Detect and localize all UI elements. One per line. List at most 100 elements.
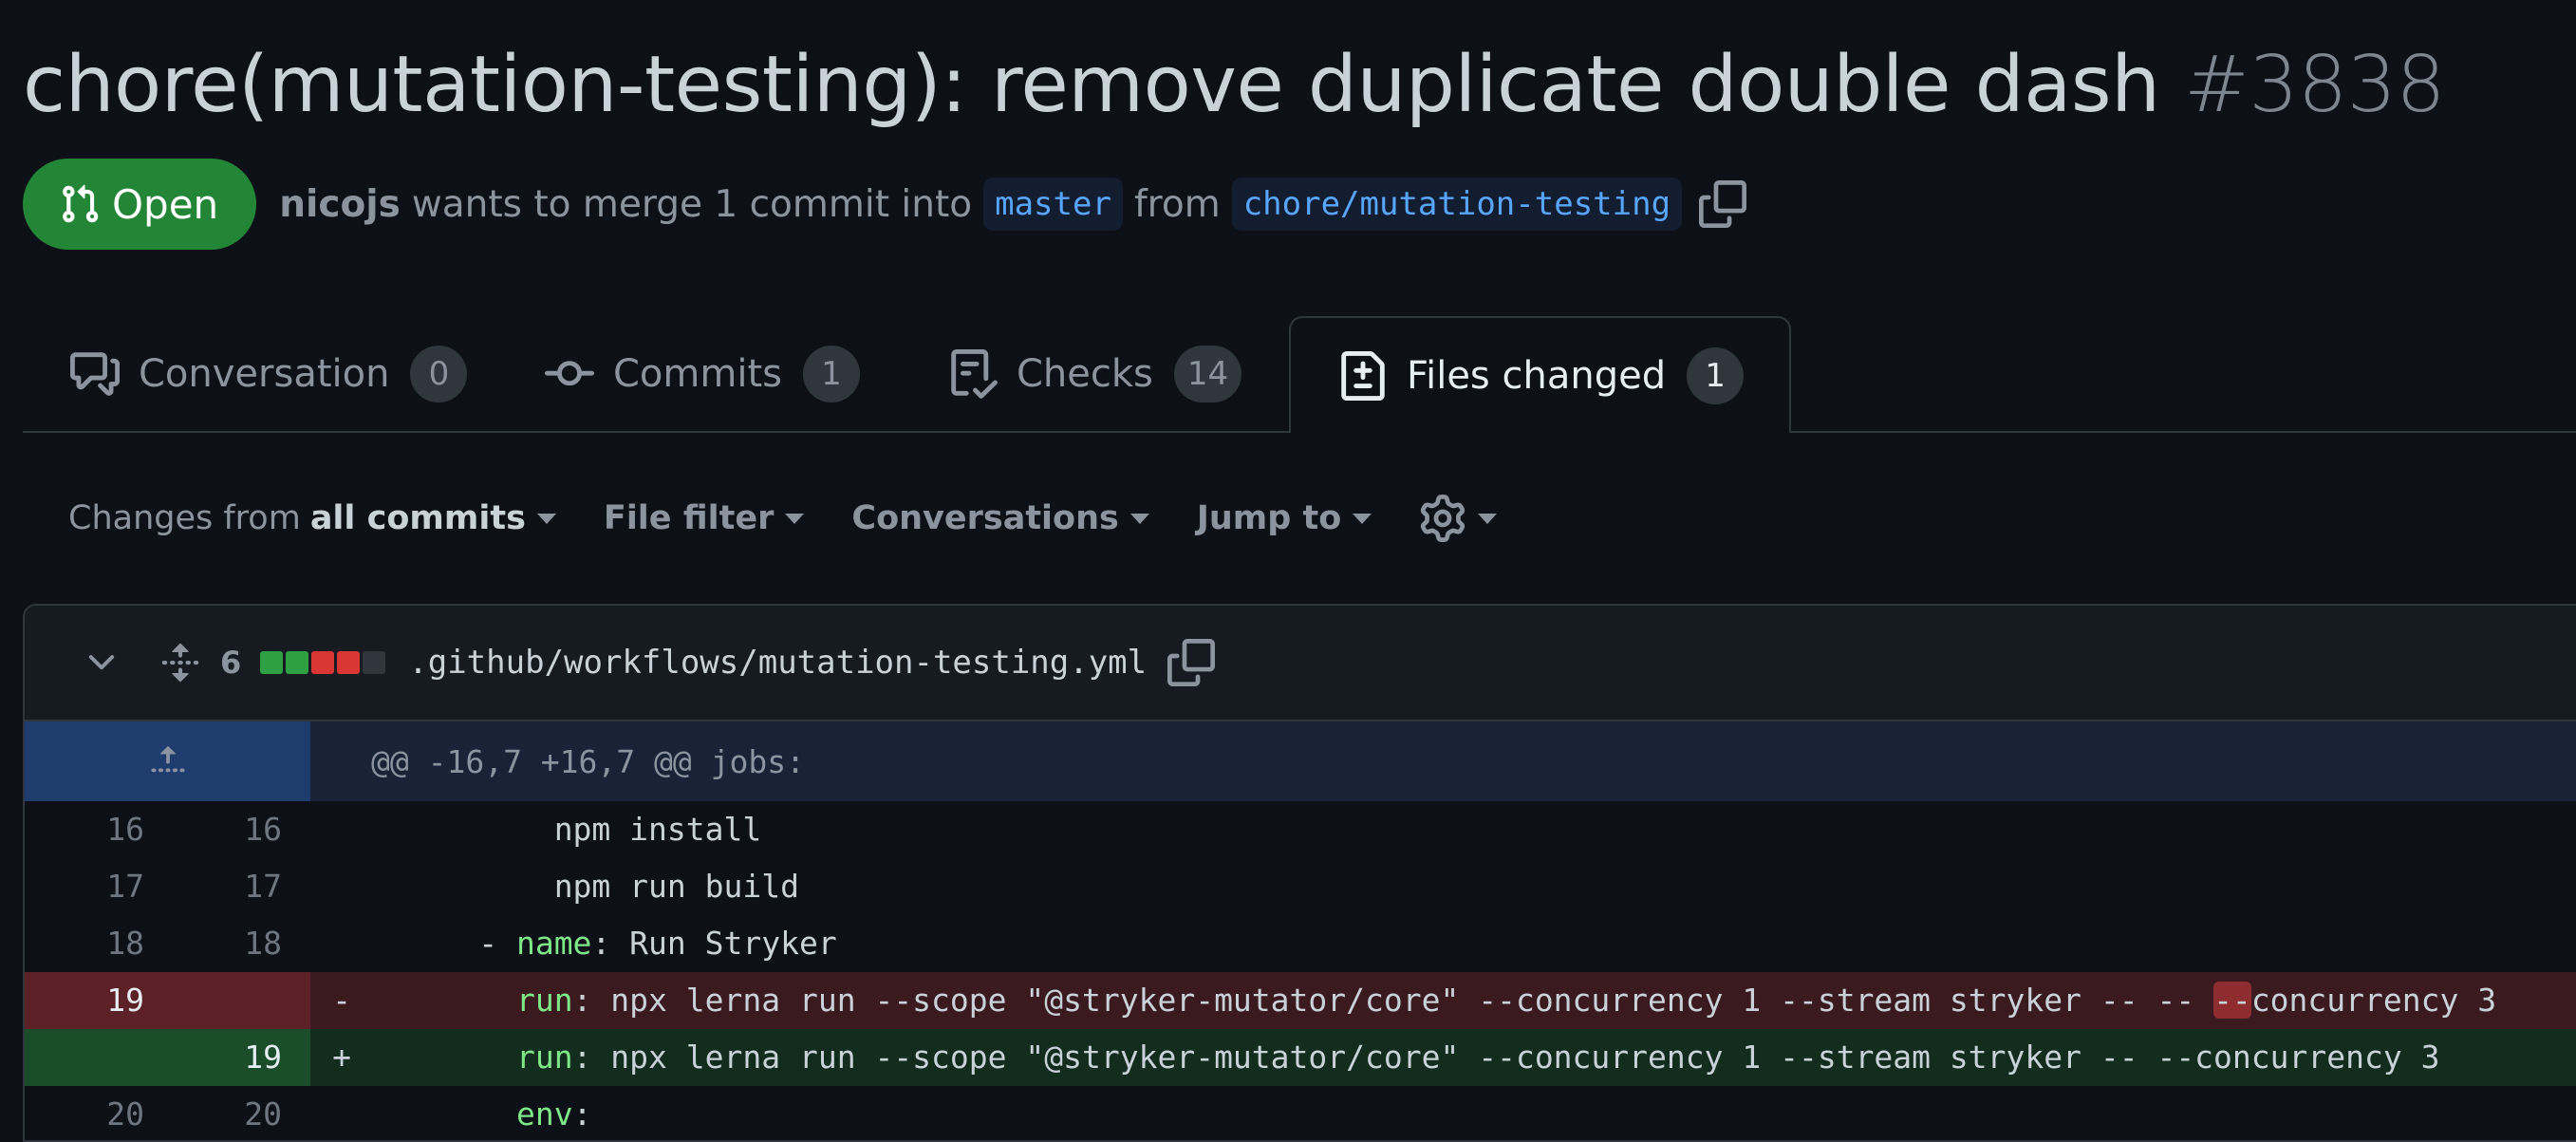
triangle-down-icon — [1353, 513, 1372, 524]
old-line-number[interactable]: 19 — [25, 972, 167, 1029]
fold-up-icon — [151, 746, 184, 773]
changes-from-value: all commits — [309, 499, 526, 537]
old-line-number[interactable]: 17 — [25, 858, 167, 915]
pr-author-link[interactable]: nicojs — [279, 183, 401, 226]
triangle-down-icon — [1129, 513, 1149, 524]
unfold-icon[interactable] — [159, 639, 201, 686]
file-change-count: 6 — [220, 645, 242, 681]
diff-settings-dropdown[interactable] — [1419, 495, 1498, 542]
conversations-dropdown[interactable]: Conversations — [851, 499, 1149, 537]
diffstat-block — [363, 651, 386, 674]
pr-state-badge: Open — [23, 159, 257, 250]
old-line-number[interactable]: 20 — [25, 1086, 167, 1140]
jump-to-dropdown[interactable]: Jump to — [1197, 499, 1372, 537]
diff-line: 16 16 npm install — [25, 801, 2576, 858]
triangle-down-icon — [536, 513, 556, 524]
diff-line: 17 17 npm run build — [25, 858, 2576, 915]
triangle-down-icon — [785, 513, 805, 524]
diff-sign: - — [310, 972, 365, 1029]
diff-sign — [310, 915, 365, 972]
code-line: run: npx lerna run --scope "@stryker-mut… — [365, 1029, 2576, 1086]
tab-conversation-count: 0 — [410, 345, 468, 403]
diff-sign — [310, 1086, 365, 1140]
new-line-number[interactable]: 17 — [167, 858, 310, 915]
code-text: : npx lerna run --scope "@stryker-mutato… — [572, 982, 2214, 1019]
gear-icon — [1421, 495, 1465, 542]
head-branch[interactable]: chore/mutation-testing — [1231, 178, 1683, 231]
diffstat-block — [260, 651, 284, 674]
old-line-number[interactable]: 18 — [25, 915, 167, 972]
file-filter-label: File filter — [603, 499, 775, 537]
code-text: npm install — [553, 811, 762, 848]
diff-sign — [310, 858, 365, 915]
code-text: : — [572, 1095, 592, 1133]
new-line-number[interactable]: 18 — [167, 915, 310, 972]
tab-files-changed-label: Files changed — [1407, 353, 1667, 398]
code-text: : Run Stryker — [591, 925, 837, 962]
diffstat — [260, 651, 386, 674]
pr-number: #3838 — [2184, 40, 2446, 130]
code-line: - name: Run Stryker — [365, 915, 2576, 972]
pr-meta: Open nicojs wants to merge 1 commit into… — [23, 159, 1747, 250]
deleted-highlight: -- — [2213, 982, 2251, 1019]
tab-files-changed-count: 1 — [1687, 346, 1745, 404]
base-branch[interactable]: master — [983, 178, 1123, 231]
old-line-number[interactable] — [25, 1029, 167, 1086]
new-line-number[interactable]: 20 — [167, 1086, 310, 1140]
tab-files-changed[interactable]: Files changed 1 — [1289, 316, 1792, 433]
file-path-link[interactable]: .github/workflows/mutation-testing.yml — [408, 644, 1147, 682]
tab-checks[interactable]: Checks 14 — [948, 316, 1242, 431]
diff-line: 18 18 - name: Run Stryker — [25, 915, 2576, 972]
diffstat-block — [286, 651, 309, 674]
yaml-key: run — [515, 982, 573, 1019]
diffstat-block — [311, 651, 335, 674]
pr-tabs: Conversation 0 Commits 1 Checks 14 Files… — [23, 316, 2576, 433]
code-text: npm run build — [553, 868, 799, 905]
file-header: 6 .github/workflows/mutation-testing.yml — [25, 606, 2576, 721]
code-line: npm install — [365, 801, 2576, 858]
diff-toolbar: Changes from all commits File filter Con… — [68, 484, 1498, 552]
tab-conversation[interactable]: Conversation 0 — [70, 316, 468, 431]
code-line: env: — [365, 1086, 2576, 1140]
conversations-label: Conversations — [851, 499, 1119, 537]
merge-text: wants to merge 1 commit into — [411, 182, 973, 226]
diffstat-block — [337, 651, 361, 674]
diff-line-deleted: 19 - run: npx lerna run --scope "@stryke… — [25, 972, 2576, 1029]
jump-to-label: Jump to — [1196, 499, 1342, 537]
tab-commits[interactable]: Commits 1 — [545, 316, 860, 431]
file-diff-icon — [1341, 350, 1385, 401]
pr-state-label: Open — [112, 180, 219, 228]
changes-from-label: Changes from — [68, 499, 301, 537]
hunk-header-text: @@ -16,7 +16,7 @@ jobs: — [310, 721, 2576, 801]
yaml-key: env — [515, 1095, 573, 1133]
chevron-down-icon[interactable] — [82, 643, 121, 683]
checklist-icon — [951, 348, 998, 399]
diff-sign: + — [310, 1029, 365, 1086]
code-tail: concurrency 3 — [2250, 982, 2497, 1019]
pr-title-text: chore(mutation-testing): remove duplicat… — [23, 40, 2160, 130]
triangle-down-icon — [1478, 513, 1498, 524]
tab-checks-label: Checks — [1017, 351, 1153, 396]
copy-icon[interactable] — [1167, 639, 1216, 686]
code-line: run: npx lerna run --scope "@stryker-mut… — [365, 972, 2576, 1029]
comment-discussion-icon — [70, 351, 120, 396]
file-filter-dropdown[interactable]: File filter — [604, 499, 805, 537]
changes-from-dropdown[interactable]: Changes from all commits — [68, 499, 556, 537]
tab-checks-count: 14 — [1173, 345, 1242, 403]
from-text: from — [1133, 182, 1221, 226]
yaml-key: name — [515, 925, 592, 962]
copy-icon[interactable] — [1699, 180, 1747, 228]
git-commit-icon — [545, 360, 594, 385]
new-line-number[interactable] — [167, 972, 310, 1029]
expand-up-button[interactable] — [25, 721, 310, 801]
new-line-number[interactable]: 19 — [167, 1029, 310, 1086]
new-line-number[interactable]: 16 — [167, 801, 310, 858]
diff-line-added: 19 + run: npx lerna run --scope "@stryke… — [25, 1029, 2576, 1086]
old-line-number[interactable]: 16 — [25, 801, 167, 858]
diff-line: 20 20 env: — [25, 1086, 2576, 1140]
